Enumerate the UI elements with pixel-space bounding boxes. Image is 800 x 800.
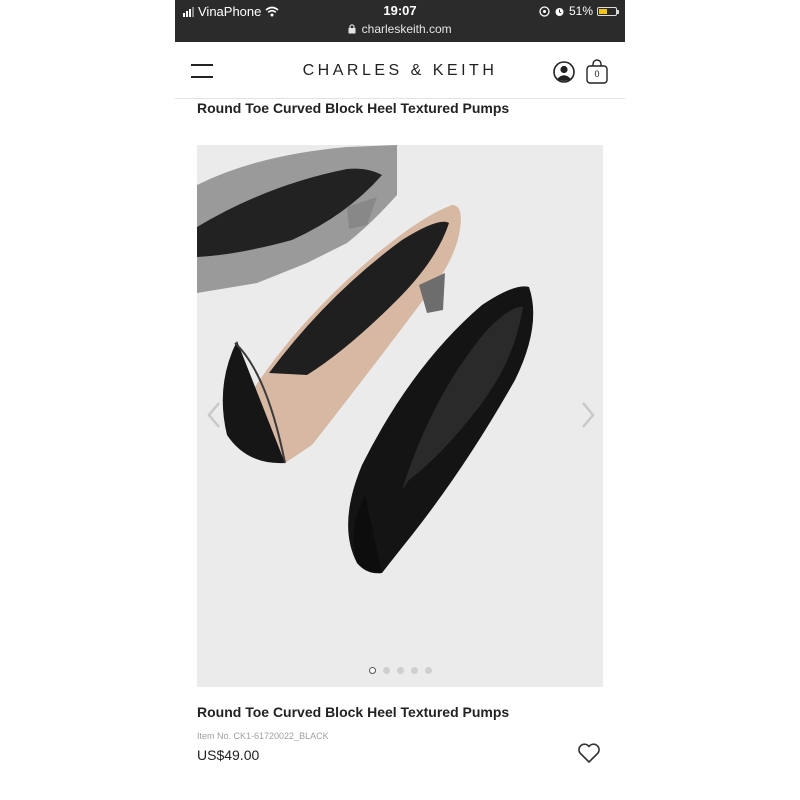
chevron-left-icon[interactable] [203, 395, 227, 435]
gallery-dot[interactable] [382, 667, 390, 674]
battery-icon [597, 6, 619, 16]
gallery-dot[interactable] [368, 667, 376, 674]
product-image-gallery[interactable] [197, 145, 603, 687]
battery-percent: 51% [568, 4, 593, 18]
product-price: US$49.00 [197, 747, 260, 763]
bag-count: 0 [594, 69, 600, 79]
gallery-dot[interactable] [410, 667, 418, 674]
status-right: 51% [539, 4, 619, 18]
shopping-bag-icon[interactable]: 0 [585, 59, 609, 85]
product-title: Round Toe Curved Block Heel Textured Pum… [197, 704, 510, 720]
status-bar: VinaPhone 19:07 charleskeith.com 51% [175, 0, 625, 42]
alarm-icon [555, 7, 564, 16]
address-bar[interactable]: charleskeith.com [175, 22, 625, 36]
url-text: charleskeith.com [361, 22, 452, 36]
gallery-dot[interactable] [424, 667, 432, 674]
chevron-right-icon[interactable] [575, 395, 599, 435]
phone-screen: VinaPhone 19:07 charleskeith.com 51% CHA… [175, 0, 625, 800]
user-icon[interactable] [553, 61, 575, 83]
product-image [197, 145, 534, 574]
lock-icon [348, 24, 356, 34]
item-number: Item No. CK1-61720022_BLACK [197, 731, 329, 741]
gallery-dot[interactable] [396, 667, 404, 674]
gallery-pagination [197, 667, 603, 674]
orientation-lock-icon [539, 5, 550, 17]
product-title-top: Round Toe Curved Block Heel Textured Pum… [197, 100, 510, 116]
heart-icon[interactable] [577, 742, 601, 764]
battery-fill [599, 8, 608, 14]
site-header: CHARLES & KEITH 0 [175, 42, 625, 99]
